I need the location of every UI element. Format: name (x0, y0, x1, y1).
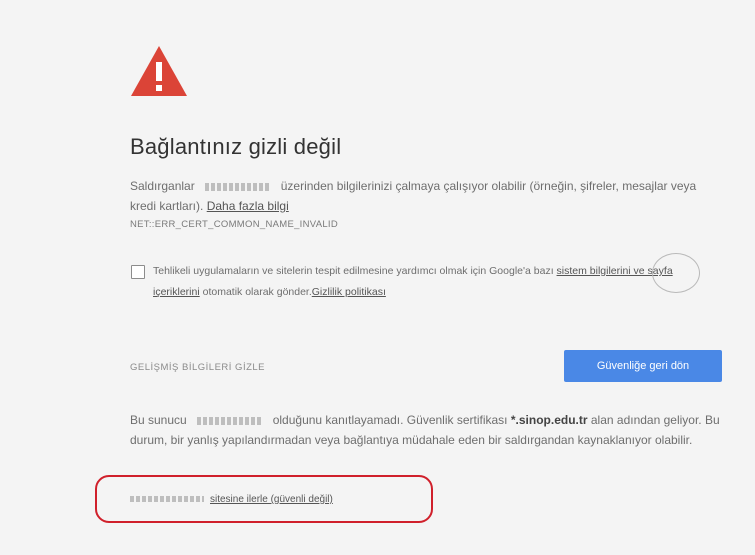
report-optin-text: Tehlikeli uygulamaların ve sitelerin tes… (153, 261, 713, 303)
proceed-unsafe-link[interactable]: sitesine ilerle (güvenli değil) (210, 494, 333, 505)
details-prefix: Bu sunucu (130, 413, 187, 427)
learn-more-link[interactable]: Daha fazla bilgi (207, 199, 289, 213)
page-title: Bağlantınız gizli değil (130, 134, 342, 159)
hide-advanced-button[interactable]: GELİŞMİŞ BİLGİLERİ GİZLE (130, 362, 265, 373)
redacted-hostname (196, 416, 263, 425)
back-to-safety-button[interactable]: Güvenliğe geri dön (564, 350, 722, 382)
error-code: NET::ERR_CERT_COMMON_NAME_INVALID (130, 219, 339, 230)
cert-domain: *.sinop.edu.tr (510, 413, 588, 427)
desc-text-before: Saldırganlar (130, 179, 195, 193)
proceed-row: sitesine ilerle (güvenli değil) (130, 494, 333, 505)
details-middle: olduğunu kanıtlayamadı. Güvenlik sertifi… (272, 413, 508, 427)
report-optin-checkbox[interactable] (131, 265, 145, 279)
warning-triangle-icon (131, 46, 187, 96)
optin-text-before: Tehlikeli uygulamaların ve sitelerin tes… (153, 265, 554, 277)
optin-text-middle: otomatik olarak gönder. (202, 286, 312, 298)
advanced-details-text: Bu sunucu olduğunu kanıtlayamadı. Güvenli… (130, 410, 735, 450)
redacted-hostname (130, 496, 204, 503)
warning-description: Saldırganlar üzerinden bilgilerinizi çalm… (130, 176, 720, 216)
redacted-hostname (204, 182, 271, 191)
privacy-policy-link[interactable]: Gizlilik politikası (312, 286, 386, 298)
